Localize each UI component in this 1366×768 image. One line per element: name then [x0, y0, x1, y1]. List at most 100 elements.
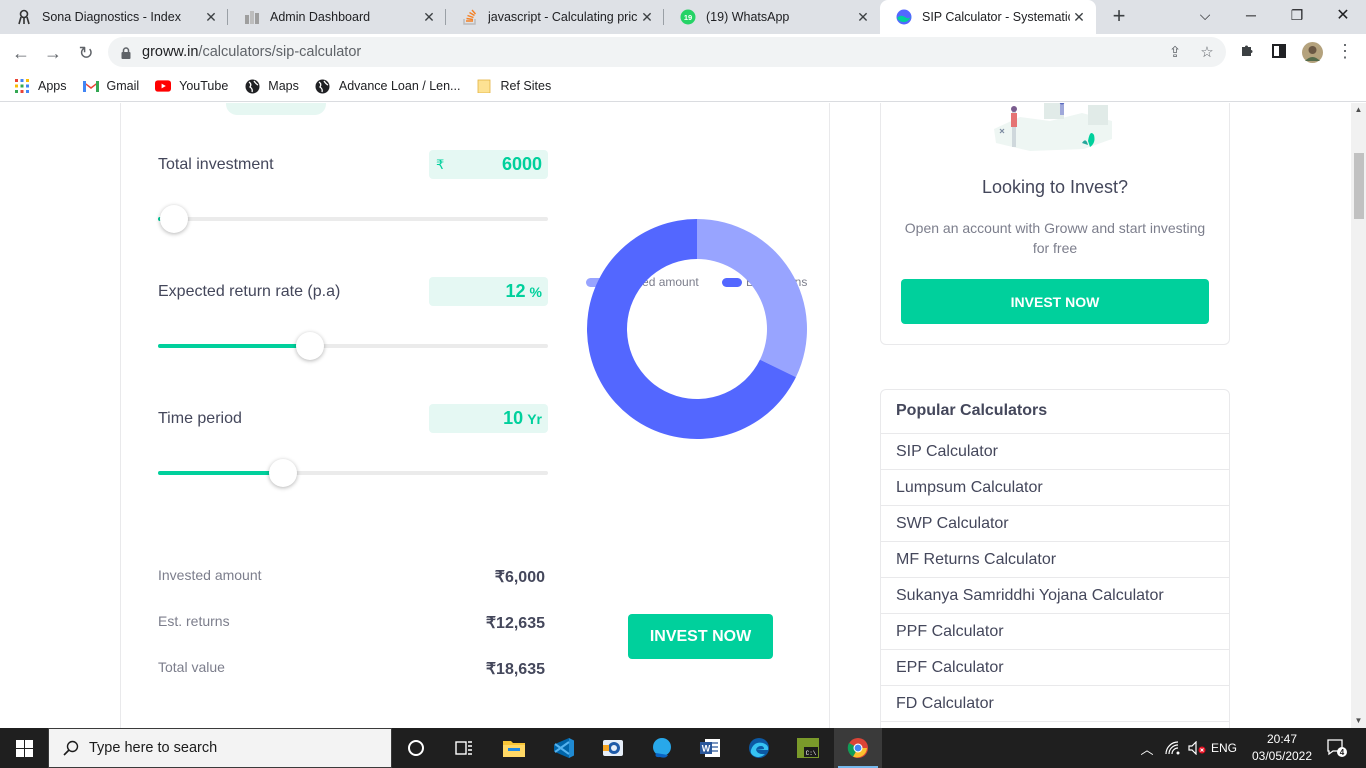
- investment-slider[interactable]: [158, 217, 548, 221]
- promo-invest-now-button[interactable]: INVEST NOW: [901, 279, 1209, 324]
- file-explorer-icon[interactable]: [490, 728, 538, 768]
- popular-item-sip[interactable]: SIP Calculator: [881, 434, 1229, 470]
- popular-item-sukanya[interactable]: Sukanya Samriddhi Yojana Calculator: [881, 578, 1229, 614]
- close-tab-icon[interactable]: ✕: [1070, 8, 1088, 26]
- scrollbar-thumb[interactable]: [1354, 153, 1364, 219]
- url-bar[interactable]: groww.in/calculators/sip-calculator ⇪ ☆: [108, 37, 1226, 67]
- windows-taskbar: Type here to search W C:\ ︿ ENG 20:47 03…: [0, 728, 1366, 768]
- return-rate-input[interactable]: 12 %: [429, 277, 548, 306]
- tab-title: (19) WhatsApp: [706, 10, 790, 24]
- tab-sona-diagnostics[interactable]: Sona Diagnostics - Index ✕: [0, 0, 228, 34]
- close-tab-icon[interactable]: ✕: [854, 8, 872, 26]
- bookmark-label: Advance Loan / Len...: [338, 79, 461, 93]
- return-rate-slider-handle[interactable]: [296, 332, 325, 360]
- close-tab-icon[interactable]: ✕: [420, 8, 438, 26]
- language-indicator[interactable]: ENG: [1208, 728, 1240, 768]
- page-scrollbar[interactable]: ▲ ▼: [1351, 103, 1366, 728]
- close-tab-icon[interactable]: ✕: [638, 8, 656, 26]
- time-period-input[interactable]: 10 Yr: [429, 404, 548, 433]
- close-tab-icon[interactable]: ✕: [202, 8, 220, 26]
- tab-search-chevron-icon[interactable]: ⌵: [1182, 0, 1228, 30]
- cortana-icon[interactable]: [392, 728, 440, 768]
- popular-item-lumpsum[interactable]: Lumpsum Calculator: [881, 470, 1229, 506]
- popular-item-mf-returns[interactable]: MF Returns Calculator: [881, 542, 1229, 578]
- system-clock[interactable]: 20:47 03/05/2022: [1248, 731, 1316, 765]
- return-rate-slider[interactable]: [158, 344, 548, 348]
- address-toolbar: ← → ↻ groww.in/calculators/sip-calculato…: [0, 34, 1366, 71]
- calculator-type-pill[interactable]: [226, 103, 326, 115]
- scroll-up-arrow-icon[interactable]: ▲: [1351, 103, 1366, 117]
- url-text: groww.in/calculators/sip-calculator: [142, 44, 362, 60]
- bookmark-advance-loan[interactable]: Advance Loan / Len...: [315, 78, 461, 94]
- investment-slider-handle[interactable]: [159, 205, 188, 233]
- bookmark-label: Ref Sites: [500, 79, 552, 93]
- tab-sip-calculator[interactable]: SIP Calculator - Systematic In ✕: [880, 0, 1096, 34]
- svg-text:19: 19: [684, 13, 692, 22]
- taskbar-search-box[interactable]: Type here to search: [48, 728, 392, 768]
- terminal-app-icon[interactable]: C:\: [784, 728, 832, 768]
- tab-title: SIP Calculator - Systematic In: [922, 10, 1070, 24]
- extensions-puzzle-icon[interactable]: [1238, 43, 1256, 61]
- popular-item-fd[interactable]: FD Calculator: [881, 686, 1229, 722]
- scroll-down-arrow-icon[interactable]: ▼: [1351, 714, 1366, 728]
- bookmark-apps[interactable]: Apps: [14, 78, 67, 94]
- popular-item-epf[interactable]: EPF Calculator: [881, 650, 1229, 686]
- share-icon[interactable]: ⇪: [1166, 44, 1184, 62]
- lock-icon: [120, 46, 132, 59]
- new-tab-button[interactable]: +: [1108, 5, 1130, 27]
- restore-button[interactable]: ❐: [1274, 0, 1320, 30]
- popular-calculators-heading: Popular Calculators: [881, 390, 1229, 434]
- summary-total-label: Total value: [158, 659, 225, 675]
- action-center-icon[interactable]: 4: [1322, 728, 1352, 768]
- word-icon[interactable]: W: [686, 728, 734, 768]
- window-close-button[interactable]: ✕: [1320, 0, 1366, 30]
- reload-icon[interactable]: ↻: [73, 40, 99, 66]
- bookmark-label: Apps: [38, 79, 67, 93]
- profile-avatar[interactable]: [1302, 42, 1323, 63]
- windows-start-button[interactable]: [0, 728, 48, 768]
- side-panel-icon[interactable]: [1270, 43, 1288, 61]
- svg-text:C:\: C:\: [806, 750, 817, 757]
- volume-muted-icon[interactable]: [1186, 728, 1208, 768]
- tab-stackoverflow[interactable]: javascript - Calculating price ✕: [446, 0, 664, 34]
- summary-returns-label: Est. returns: [158, 613, 230, 629]
- task-view-icon[interactable]: [440, 728, 488, 768]
- time-period-value: 10: [503, 408, 524, 428]
- vscode-icon[interactable]: [540, 728, 588, 768]
- apps-grid-icon: [14, 78, 30, 94]
- bookmark-youtube[interactable]: YouTube: [155, 78, 228, 94]
- bookmark-star-icon[interactable]: ☆: [1198, 44, 1216, 62]
- bookmarks-bar: Apps Gmail YouTube Maps Advance Loan / L…: [0, 71, 1366, 102]
- tab-admin-dashboard[interactable]: Admin Dashboard ✕: [228, 0, 446, 34]
- years-unit: Yr: [527, 410, 542, 427]
- returns-donut-chart: [587, 219, 807, 439]
- time-period-slider-fill: [158, 471, 283, 475]
- show-hidden-icons-chevron[interactable]: ︿: [1136, 728, 1158, 768]
- edge-icon[interactable]: [735, 728, 783, 768]
- chrome-taskbar-icon[interactable]: [834, 728, 882, 768]
- tab-title: Sona Diagnostics - Index: [42, 10, 181, 24]
- cloud-app-icon[interactable]: [638, 728, 686, 768]
- sona-icon: [16, 9, 32, 25]
- popular-item-ppf[interactable]: PPF Calculator: [881, 614, 1229, 650]
- calculator-invest-now-button[interactable]: INVEST NOW: [628, 614, 773, 659]
- popular-item-swp[interactable]: SWP Calculator: [881, 506, 1229, 542]
- folder-icon: [476, 78, 492, 94]
- page-viewport: Total investment ₹ 6000 Expected return …: [0, 103, 1351, 728]
- network-icon[interactable]: [1162, 728, 1184, 768]
- time-period-slider[interactable]: [158, 471, 548, 475]
- tab-whatsapp[interactable]: 19 (19) WhatsApp ✕: [664, 0, 880, 34]
- more-menu-icon[interactable]: ⋮: [1336, 42, 1354, 60]
- bookmark-ref-sites[interactable]: Ref Sites: [476, 78, 551, 94]
- investment-input[interactable]: ₹ 6000: [429, 150, 548, 179]
- summary-invested-label: Invested amount: [158, 567, 262, 583]
- back-arrow-icon[interactable]: ←: [8, 40, 34, 66]
- bookmark-gmail[interactable]: Gmail: [82, 78, 139, 94]
- forward-arrow-icon[interactable]: →: [40, 40, 66, 66]
- minimize-button[interactable]: ─: [1228, 0, 1274, 30]
- time-period-slider-handle[interactable]: [268, 459, 297, 487]
- windows-logo-icon: [15, 739, 33, 757]
- bookmark-maps[interactable]: Maps: [244, 78, 299, 94]
- settings-app-icon[interactable]: [589, 728, 637, 768]
- rupee-symbol: ₹: [436, 156, 445, 172]
